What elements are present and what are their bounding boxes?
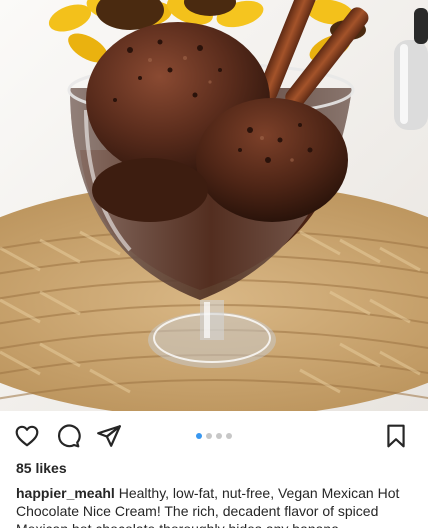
bookmark-icon[interactable] [384,423,410,449]
carousel-dot [196,433,202,439]
post-photo[interactable] [0,0,428,411]
carousel-dot [226,433,232,439]
carousel-indicator [196,433,232,439]
like-count[interactable]: 85 likes [16,460,67,476]
share-icon[interactable] [96,423,122,449]
carousel-dot [206,433,212,439]
caption-username[interactable]: happier_meahl [16,485,115,501]
post-action-bar [0,411,428,459]
comment-icon[interactable] [55,423,81,449]
post-caption: happier_meahl Healthy, low-fat, nut-free… [16,484,420,528]
carousel-dot [216,433,222,439]
heart-icon[interactable] [14,423,40,449]
chocolate-ice-cream-illustration [0,0,428,411]
